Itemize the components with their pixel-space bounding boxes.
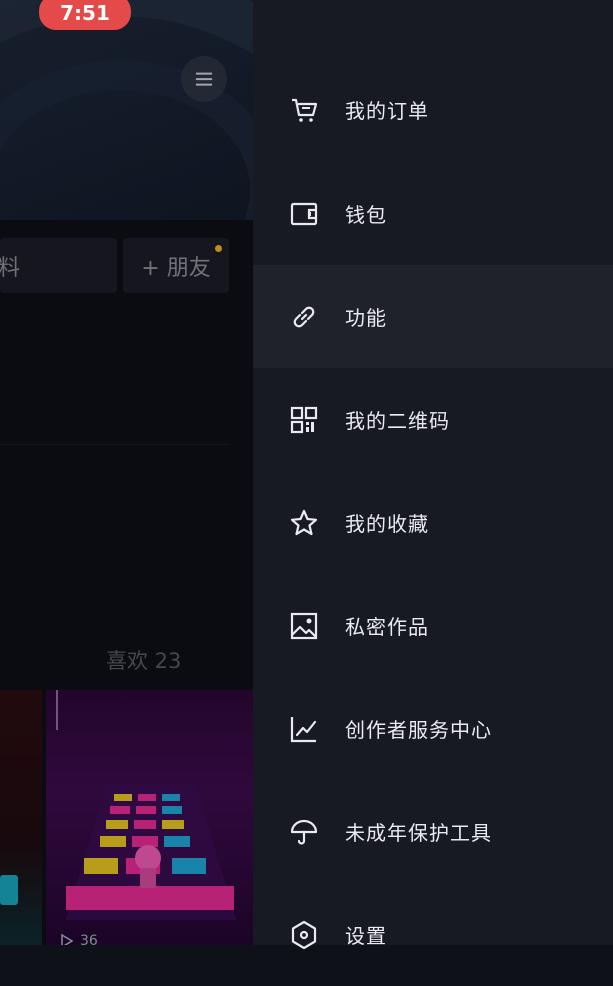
hamburger-menu-button[interactable]	[181, 56, 227, 102]
drawer-item-label: 我的收藏	[345, 512, 429, 536]
play-icon	[61, 934, 74, 945]
settings-hexagon-icon	[288, 919, 320, 951]
edit-profile-button[interactable]: 料	[0, 238, 117, 293]
drawer-item-qr-code[interactable]: 我的二维码	[253, 368, 613, 471]
view-count: 36	[60, 933, 98, 945]
drawer-item-label: 私密作品	[345, 615, 429, 639]
drawer-item-features[interactable]: 功能	[253, 265, 613, 368]
notification-dot	[215, 245, 222, 252]
drawer-item-label: 功能	[345, 306, 387, 330]
link-icon	[288, 301, 320, 333]
drawer-item-label: 我的订单	[345, 99, 429, 123]
video-grid	[0, 690, 253, 945]
view-count-value: 36	[80, 933, 98, 945]
drawer-item-private-works[interactable]: 私密作品	[253, 574, 613, 677]
add-friend-label: + 朋友	[141, 255, 211, 281]
wallet-icon	[288, 198, 320, 230]
umbrella-icon	[288, 816, 320, 848]
hamburger-icon	[195, 72, 213, 86]
profile-background-pane: 料 + 朋友 喜欢 23 36	[0, 0, 253, 945]
private-image-icon	[288, 610, 320, 642]
video-thumbnail[interactable]	[0, 690, 42, 945]
edit-profile-label: 料	[0, 255, 21, 281]
drawer-item-label: 我的二维码	[345, 409, 450, 433]
chart-icon	[288, 713, 320, 745]
drawer-item-label: 创作者服务中心	[345, 718, 492, 742]
game-thumbnail-art	[56, 690, 236, 920]
side-drawer: 我的订单 钱包 功能 我的二维码 我的收藏 私密作品 创作者服务中心 未成年保护…	[253, 0, 613, 949]
drawer-item-favorites[interactable]: 我的收藏	[253, 471, 613, 574]
drawer-item-minor-protection[interactable]: 未成年保护工具	[253, 780, 613, 883]
qr-code-icon	[288, 404, 320, 436]
drawer-item-creator-center[interactable]: 创作者服务中心	[253, 677, 613, 780]
drawer-item-orders[interactable]: 我的订单	[253, 58, 613, 161]
profile-cover-image	[0, 0, 253, 220]
likes-tab[interactable]: 喜欢 23	[106, 645, 181, 675]
add-friend-button[interactable]: + 朋友	[123, 238, 229, 293]
drawer-item-settings[interactable]: 设置	[253, 883, 613, 986]
status-time: 7:51	[39, 0, 131, 30]
video-thumbnail[interactable]	[46, 690, 253, 945]
drawer-item-wallet[interactable]: 钱包	[253, 162, 613, 265]
star-icon	[288, 507, 320, 539]
drawer-item-label: 钱包	[345, 203, 387, 227]
divider	[0, 444, 230, 445]
drawer-item-label: 未成年保护工具	[345, 821, 492, 845]
cart-icon	[288, 94, 320, 126]
